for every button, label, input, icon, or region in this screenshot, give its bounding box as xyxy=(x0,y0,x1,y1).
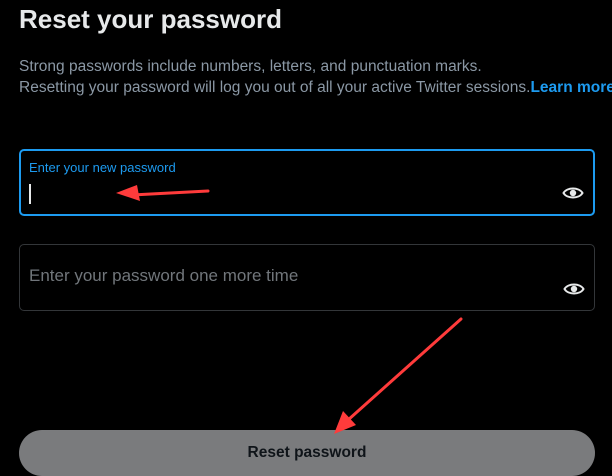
description-line-2: Resetting your password will log you out… xyxy=(19,77,612,98)
learn-more-link[interactable]: Learn more xyxy=(530,79,612,96)
reset-password-button[interactable]: Reset password xyxy=(19,430,595,476)
text-caret xyxy=(29,184,31,204)
eye-icon[interactable] xyxy=(563,281,585,297)
confirm-password-placeholder: Enter your password one more time xyxy=(29,266,299,285)
new-password-label: Enter your new password xyxy=(29,160,176,175)
eye-icon[interactable] xyxy=(562,185,584,201)
arrow-to-reset-button xyxy=(334,317,463,434)
description-line-2-text: Resetting your password will log you out… xyxy=(19,79,531,96)
page-title: Reset your password xyxy=(19,4,282,34)
new-password-field[interactable]: Enter your new password xyxy=(19,149,595,216)
confirm-password-field[interactable]: Enter your password one more time xyxy=(19,244,595,311)
page-description: Strong passwords include numbers, letter… xyxy=(19,56,612,98)
description-line-1: Strong passwords include numbers, letter… xyxy=(19,58,482,75)
